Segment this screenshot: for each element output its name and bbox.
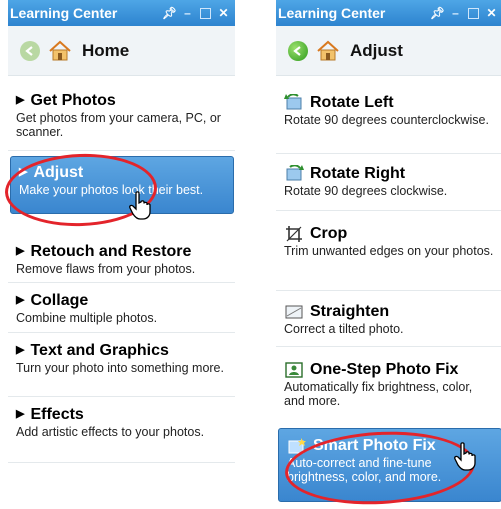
divider <box>276 210 501 211</box>
menu-item-rotate-left[interactable]: Rotate Left Rotate 90 degrees counterclo… <box>276 93 501 127</box>
expand-arrow-icon: ▶ <box>16 94 25 106</box>
item-description: Get photos from your camera, PC, or scan… <box>16 111 221 139</box>
item-label: Text and Graphics <box>30 342 169 359</box>
maximize-icon[interactable] <box>198 6 213 21</box>
expand-arrow-icon: ▶ <box>16 408 25 420</box>
menu-item-get-photos[interactable]: ▶ Get Photos Get photos from your camera,… <box>8 91 235 139</box>
item-label: Effects <box>30 406 84 423</box>
nav-title: Adjust <box>350 40 403 60</box>
panel-title: Learning Center <box>10 5 118 21</box>
close-icon[interactable]: ✕ <box>484 6 499 21</box>
item-description: Add artistic effects to your photos. <box>16 425 205 439</box>
divider <box>8 462 235 463</box>
hand-cursor-icon <box>129 191 151 220</box>
pin-icon[interactable]: 📌︎ <box>430 6 445 21</box>
learning-center-panel-adjust: Learning Center 📌︎ – ✕ Adjust Rotate Lef… <box>276 0 501 504</box>
item-label: Smart Photo Fix <box>313 437 436 454</box>
divider <box>8 332 235 333</box>
nav-title: Home <box>82 40 130 60</box>
smart-fix-icon <box>288 437 306 453</box>
divider <box>8 396 235 397</box>
home-icon[interactable] <box>316 40 340 62</box>
item-label: Crop <box>310 225 348 242</box>
menu-item-retouch-and-restore[interactable]: ▶ Retouch and Restore Remove flaws from y… <box>8 242 235 276</box>
item-label: Retouch and Restore <box>30 243 192 260</box>
item-label: Collage <box>30 292 89 309</box>
panel-title-bar: Learning Center 📌︎ – ✕ <box>8 0 235 26</box>
item-description: Make your photos look their best. <box>19 183 204 197</box>
menu-item-effects[interactable]: ▶ Effects Add artistic effects to your ph… <box>8 405 235 439</box>
menu-item-text-and-graphics[interactable]: ▶ Text and Graphics Turn your photo into … <box>8 341 235 375</box>
item-label: Straighten <box>310 303 390 320</box>
item-label: Rotate Left <box>310 94 394 111</box>
item-label: Adjust <box>33 164 84 181</box>
crop-icon <box>286 225 302 242</box>
divider <box>8 150 235 151</box>
menu-item-collage[interactable]: ▶ Collage Combine multiple photos. <box>8 291 235 325</box>
expand-arrow-icon: ▶ <box>16 344 25 356</box>
menu-item-straighten[interactable]: Straighten Correct a tilted photo. <box>276 302 501 336</box>
item-description: Trim unwanted edges on your photos. <box>284 244 494 258</box>
panel-title: Learning Center <box>278 5 386 21</box>
navigation-bar: Home <box>8 26 235 76</box>
panel-title-bar: Learning Center 📌︎ – ✕ <box>276 0 501 26</box>
expand-arrow-icon: ▶ <box>16 294 25 306</box>
close-icon[interactable]: ✕ <box>216 6 231 21</box>
item-description: Correct a tilted photo. <box>284 322 404 336</box>
item-description: Automatically fix brightness, color, and… <box>284 380 473 408</box>
item-label: One-Step Photo Fix <box>310 361 459 378</box>
minimize-icon[interactable]: – <box>180 6 195 21</box>
menu-item-adjust[interactable]: ▶ Adjust Make your photos look their best… <box>10 156 234 214</box>
navigation-bar: Adjust <box>276 26 501 76</box>
home-icon[interactable] <box>48 40 72 62</box>
item-label: Rotate Right <box>310 165 406 182</box>
maximize-icon[interactable] <box>466 6 481 21</box>
rotate-right-icon <box>286 164 304 180</box>
minimize-icon[interactable]: – <box>448 6 463 21</box>
rotate-left-icon <box>284 93 302 109</box>
expand-arrow-icon: ▶ <box>16 245 25 257</box>
expand-arrow-icon: ▶ <box>19 166 28 178</box>
item-description: Remove flaws from your photos. <box>16 262 196 276</box>
menu-item-one-step-photo-fix[interactable]: One-Step Photo Fix Automatically fix bri… <box>276 360 501 408</box>
divider <box>276 346 501 347</box>
hand-cursor-icon <box>454 442 476 471</box>
divider <box>276 153 501 154</box>
pin-icon[interactable]: 📌︎ <box>162 6 177 21</box>
item-description: Rotate 90 degrees clockwise. <box>284 184 448 198</box>
back-arrow-icon[interactable] <box>20 40 40 61</box>
back-arrow-icon[interactable] <box>288 40 308 61</box>
photo-fix-icon <box>285 361 303 378</box>
item-description: Turn your photo into something more. <box>16 361 224 375</box>
learning-center-panel-home: Learning Center 📌︎ – ✕ Home ▶ Get Photos … <box>8 0 235 504</box>
menu-item-crop[interactable]: Crop Trim unwanted edges on your photos. <box>276 224 501 258</box>
item-description: Rotate 90 degrees counterclockwise. <box>284 113 489 127</box>
divider <box>276 290 501 291</box>
divider <box>8 282 235 283</box>
straighten-icon <box>285 305 303 318</box>
item-label: Get Photos <box>30 92 116 109</box>
item-description: Combine multiple photos. <box>16 311 158 325</box>
menu-item-rotate-right[interactable]: Rotate Right Rotate 90 degrees clockwise… <box>276 164 501 198</box>
